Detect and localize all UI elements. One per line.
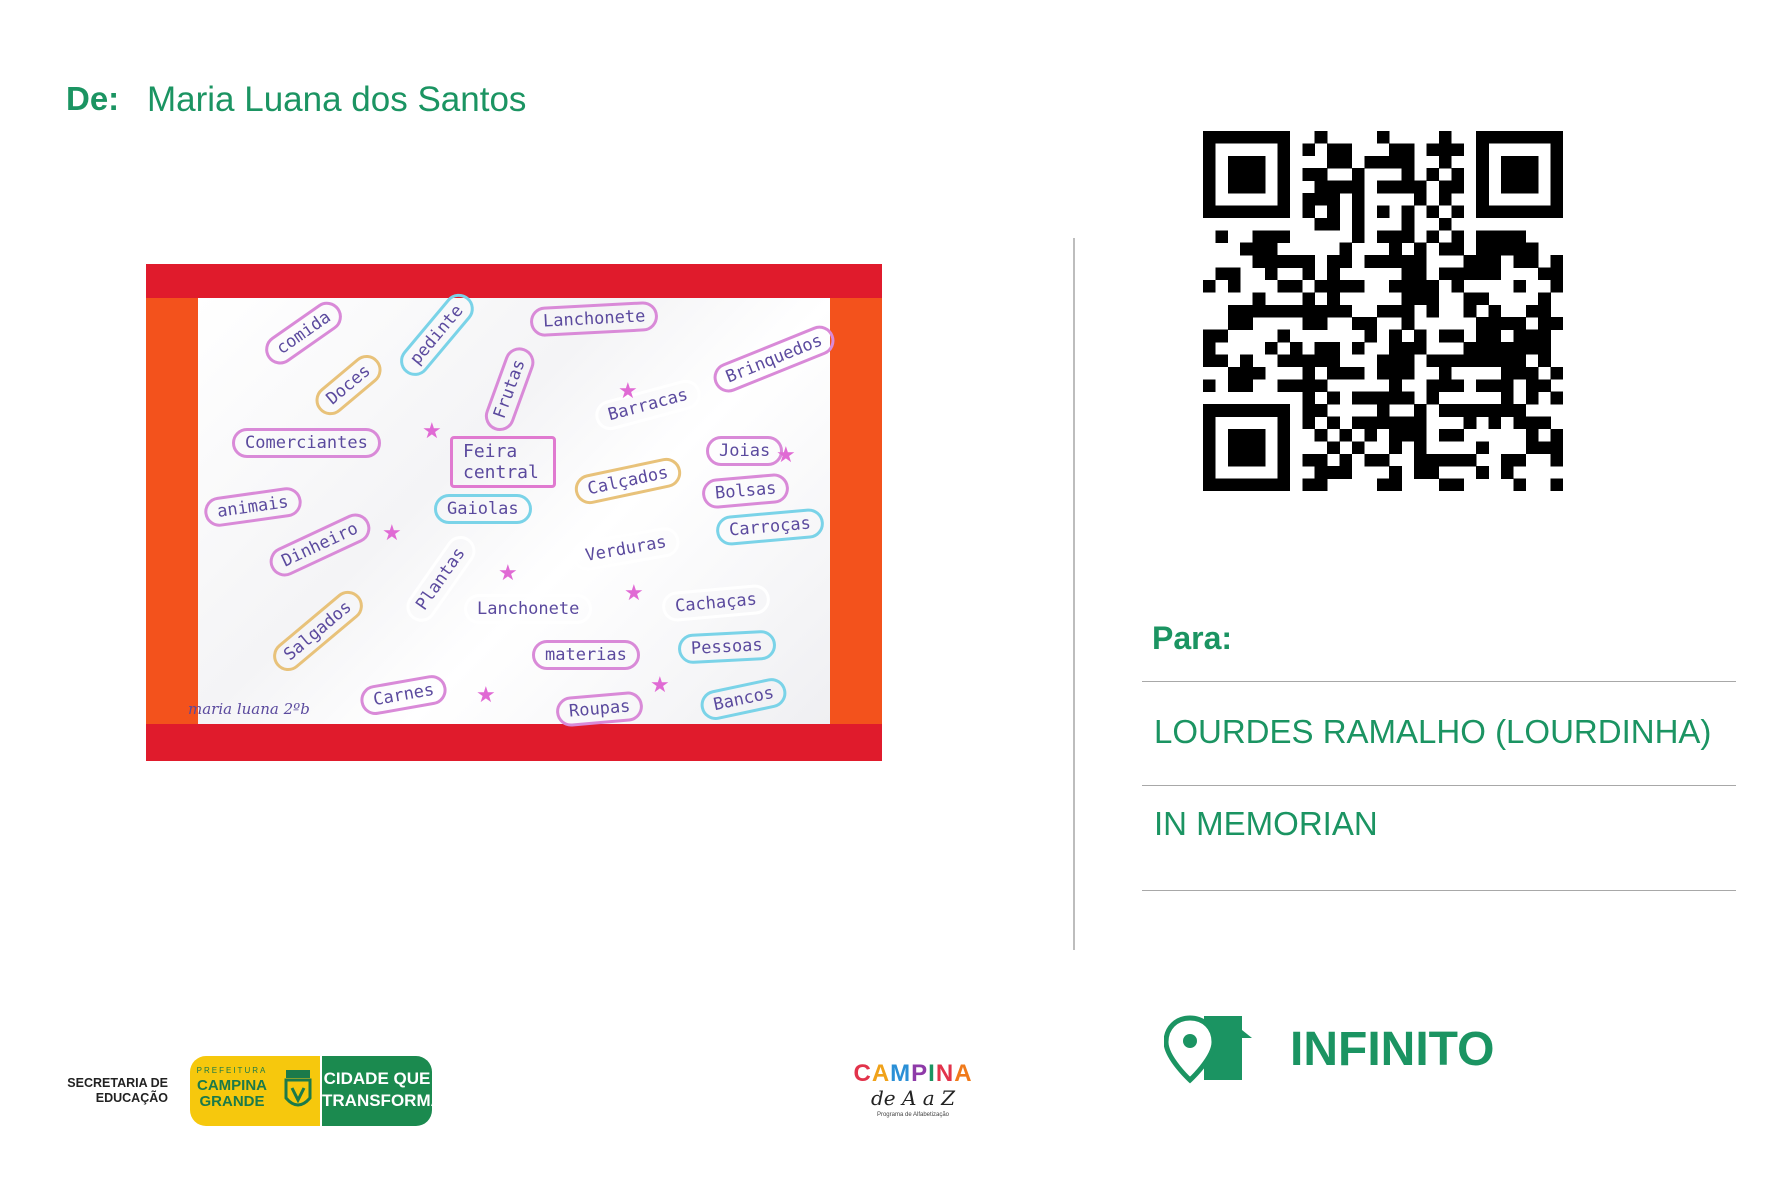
campina-tiny: Programa de Alfabetização [876, 1112, 950, 1118]
drawing-word: Calçados [572, 455, 684, 507]
crest-icon [284, 1070, 312, 1107]
address-line [1142, 785, 1736, 786]
drawing-border-right [830, 298, 882, 724]
drawing-word: Carroças [714, 507, 825, 547]
drawing-word: materias [532, 640, 640, 670]
drawing-word: Verduras [570, 524, 682, 574]
recipient-name: LOURDES RAMALHO (LOURDINHA) [1154, 713, 1712, 750]
child-drawing: comida pedinte Lanchonete Brinquedos Doc… [146, 264, 882, 761]
campina-title: CAMPINA [853, 1060, 973, 1087]
drawing-word: Dinheiro [264, 508, 376, 582]
vertical-divider [1073, 238, 1075, 950]
drawing-word: Comerciantes [232, 428, 381, 458]
drawing-paper: comida pedinte Lanchonete Brinquedos Doc… [188, 287, 840, 728]
prefeitura-logo: PREFEITURA CAMPINA GRANDE [190, 1056, 320, 1126]
qr-code[interactable] [1203, 131, 1563, 491]
home-location-icon [1164, 1015, 1252, 1084]
drawing-word: Brinquedos [709, 321, 840, 397]
address-line [1142, 681, 1736, 682]
star-doodle: ★ [776, 442, 796, 467]
star-doodle: ★ [498, 560, 518, 585]
prefeitura-name: CAMPINA GRANDE [197, 1077, 267, 1110]
drawing-word: Joias [706, 436, 784, 466]
brand-infinito: INFINITO [1290, 1023, 1495, 1076]
address-line [1142, 890, 1736, 891]
from-label: De: [66, 80, 120, 117]
drawing-word: animais [202, 485, 304, 529]
drawing-word: comida [259, 295, 349, 371]
drawing-word: Roupas [554, 690, 645, 728]
drawing-signature: maria luana 2ºb [188, 700, 310, 718]
prefeitura-small: PREFEITURA [196, 1066, 268, 1075]
star-doodle: ★ [618, 378, 638, 403]
to-label: Para: [1152, 620, 1233, 656]
drawing-word: Pessoas [677, 629, 777, 665]
cidade-que-transforma-logo: CIDADE QUE TRANSFORMA [322, 1056, 443, 1126]
star-doodle: ★ [422, 418, 442, 443]
drawing-word-title: Feira central [450, 436, 556, 488]
drawing-word: pedinte [393, 287, 480, 383]
star-doodle: ★ [382, 520, 402, 545]
drawing-word: Salgados [266, 584, 369, 678]
drawing-word: Carnes [358, 672, 450, 718]
drawing-word: Gaiolas [434, 494, 532, 524]
drawing-word: Barracas [591, 376, 704, 434]
star-doodle: ★ [624, 580, 644, 605]
drawing-word: Lanchonete [529, 300, 660, 338]
drawing-word: Bancos [697, 675, 790, 723]
sender-name: Maria Luana dos Santos [147, 80, 527, 119]
drawing-word: Doces [309, 348, 388, 422]
drawing-word: Lanchonete [464, 594, 593, 624]
campina-sub: de A a Z [871, 1086, 955, 1110]
recipient-note: IN MEMORIAN [1154, 805, 1378, 842]
star-doodle: ★ [476, 682, 496, 707]
drawing-border-left [146, 298, 198, 724]
campina-a-z-logo: CAMPINA de A a Z Programa de Alfabetizaç… [850, 1060, 976, 1124]
cidade-text: CIDADE QUE TRANSFORMA [322, 1069, 443, 1110]
drawing-word: Bolsas [700, 472, 791, 510]
drawing-word: Frutas [480, 342, 539, 436]
drawing-word: Cachaças [660, 583, 771, 623]
secretaria-logo: SECRETARIA DE EDUCAÇÃO [67, 1076, 168, 1105]
star-doodle: ★ [650, 672, 670, 697]
